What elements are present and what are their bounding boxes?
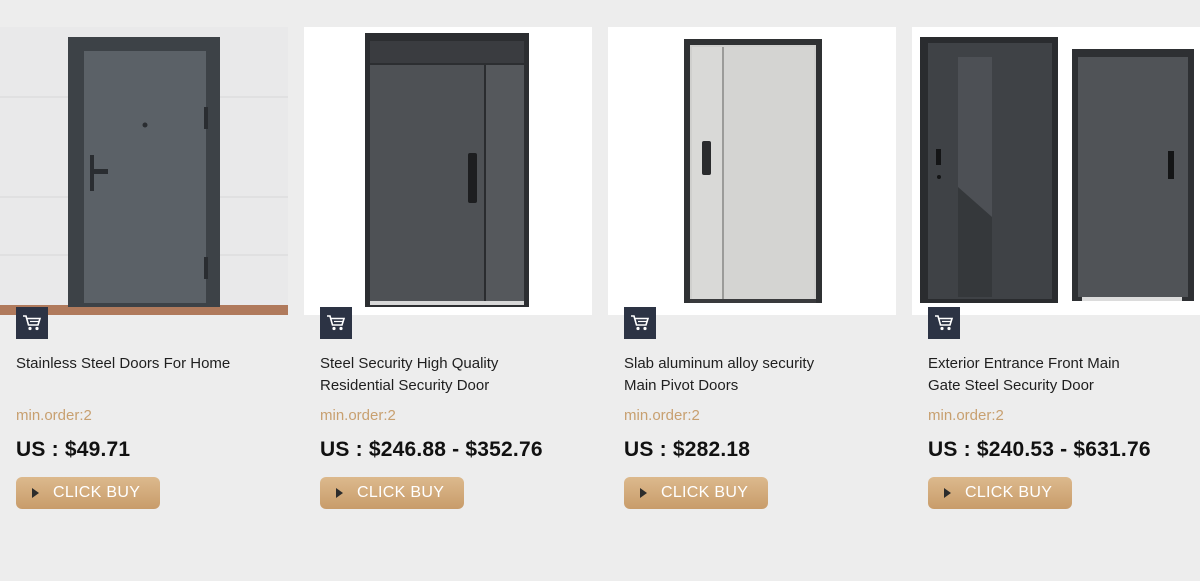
product-image[interactable] [304, 27, 592, 315]
price: US : $240.53 - $631.76 [928, 438, 1151, 461]
add-to-cart-icon[interactable] [320, 307, 352, 339]
click-buy-label: CLICK BUY [661, 484, 749, 501]
add-to-cart-icon[interactable] [624, 307, 656, 339]
product-title-line2: Main Pivot Doors [624, 377, 739, 394]
min-order: min.order:2 [928, 407, 1004, 424]
product-image[interactable] [912, 27, 1200, 315]
click-buy-button[interactable]: CLICK BUY [16, 477, 160, 509]
product-title[interactable]: Stainless Steel Doors For Home [16, 353, 256, 375]
product-title[interactable]: Exterior Entrance Front Main Gate Steel … [928, 353, 1168, 397]
product-title-line1: Stainless Steel Doors For Home [16, 355, 231, 372]
click-buy-label: CLICK BUY [965, 484, 1053, 501]
product-title-line2: Residential Security Door [320, 377, 490, 394]
click-buy-button[interactable]: CLICK BUY [320, 477, 464, 509]
click-buy-label: CLICK BUY [357, 484, 445, 501]
product-title-line1: Slab aluminum alloy security [624, 355, 815, 372]
min-order: min.order:2 [320, 407, 396, 424]
play-arrow-icon [944, 488, 951, 498]
product-title[interactable]: Slab aluminum alloy security Main Pivot … [624, 353, 864, 397]
min-order: min.order:2 [624, 407, 700, 424]
play-arrow-icon [640, 488, 647, 498]
product-card[interactable]: Steel Security High Quality Residential … [304, 0, 592, 581]
click-buy-label: CLICK BUY [53, 484, 141, 501]
product-title[interactable]: Steel Security High Quality Residential … [320, 353, 560, 397]
product-image[interactable] [0, 27, 288, 315]
add-to-cart-icon[interactable] [16, 307, 48, 339]
click-buy-button[interactable]: CLICK BUY [928, 477, 1072, 509]
product-card[interactable]: Exterior Entrance Front Main Gate Steel … [912, 0, 1200, 581]
price: US : $246.88 - $352.76 [320, 438, 543, 461]
product-title-line2: Gate Steel Security Door [928, 377, 1094, 394]
play-arrow-icon [336, 488, 343, 498]
play-arrow-icon [32, 488, 39, 498]
price: US : $49.71 [16, 438, 131, 461]
product-card[interactable]: Slab aluminum alloy security Main Pivot … [608, 0, 896, 581]
price: US : $282.18 [624, 438, 751, 461]
min-order: min.order:2 [16, 407, 92, 424]
product-title-line1: Steel Security High Quality [320, 355, 499, 372]
product-image[interactable] [608, 27, 896, 315]
product-title-line1: Exterior Entrance Front Main [928, 355, 1120, 372]
add-to-cart-icon[interactable] [928, 307, 960, 339]
product-card[interactable]: Stainless Steel Doors For Home min.order… [0, 0, 288, 581]
click-buy-button[interactable]: CLICK BUY [624, 477, 768, 509]
